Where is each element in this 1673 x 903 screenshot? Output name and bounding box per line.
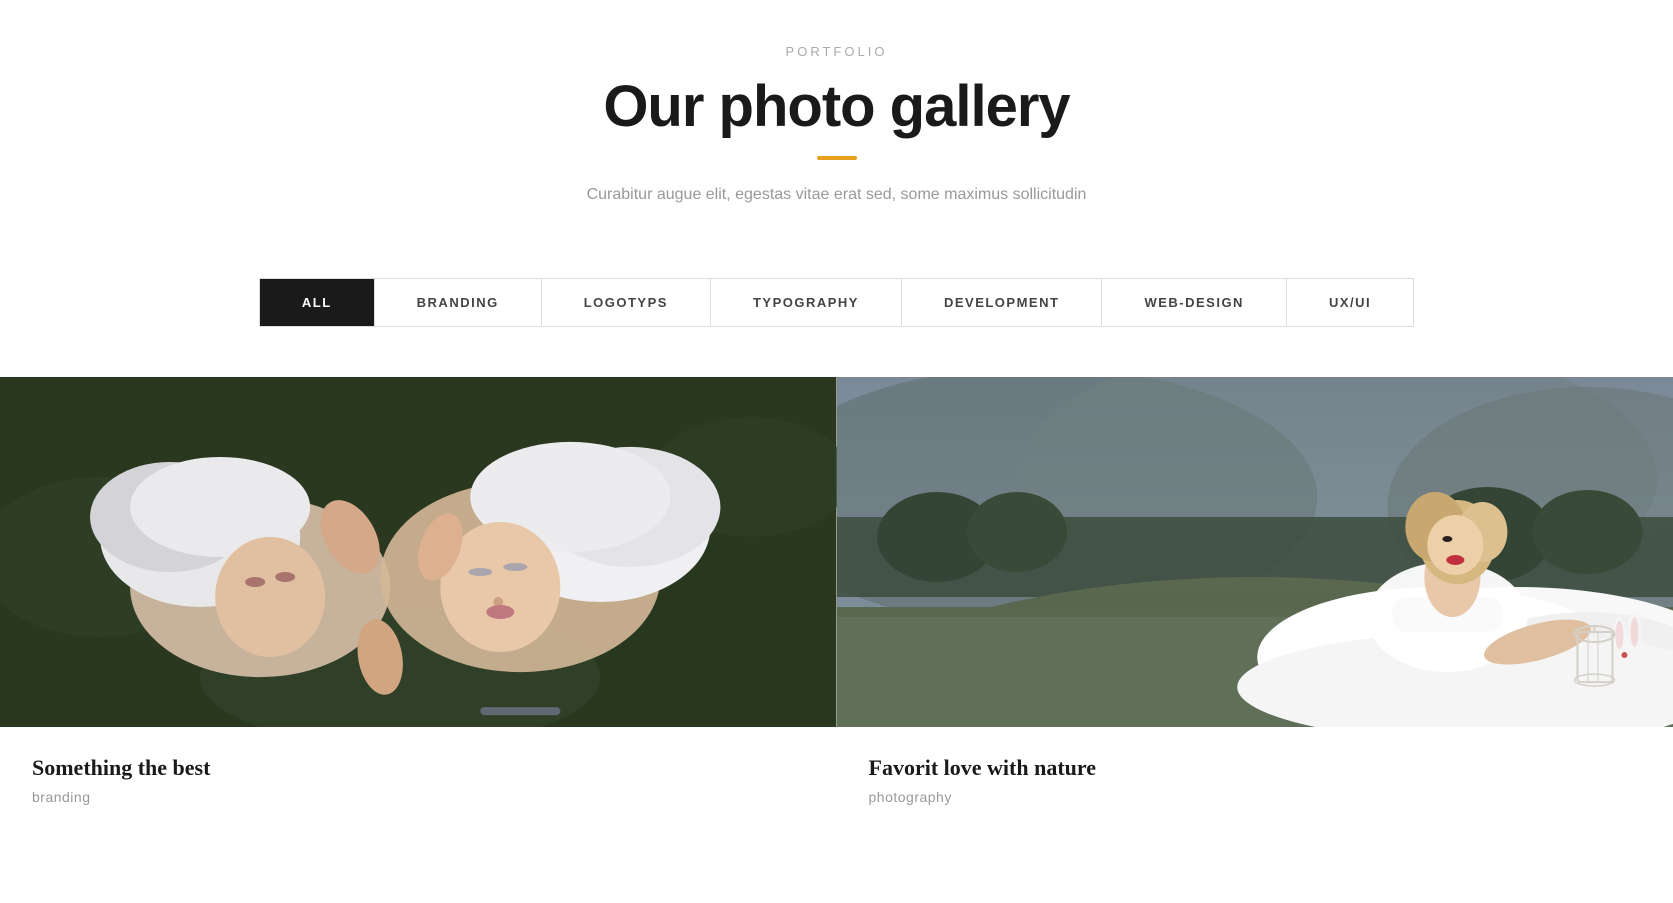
portfolio-label: PORTFOLIO <box>20 44 1653 59</box>
gallery-item-category-1: branding <box>32 789 805 805</box>
filter-bar: ALL BRANDING LOGOTYPS TYPOGRAPHY DEVELOP… <box>259 278 1414 327</box>
gallery-image-2 <box>837 377 1673 727</box>
subtitle-text: Curabitur augue elit, egestas vitae erat… <box>557 182 1117 208</box>
filter-tab-web-design[interactable]: WEB-DESIGN <box>1102 279 1287 326</box>
filter-tab-typography[interactable]: TYPOGRAPHY <box>711 279 902 326</box>
filter-tab-branding[interactable]: BRANDING <box>375 279 542 326</box>
gallery-item-category-2: photography <box>869 789 1642 805</box>
filter-tab-all[interactable]: ALL <box>260 279 375 326</box>
filter-tab-ux-ui[interactable]: UX/UI <box>1287 279 1413 326</box>
gallery-item-title-2: Favorit love with nature <box>869 755 1642 781</box>
gallery-item-1[interactable]: Something the best branding <box>0 377 837 833</box>
gallery-item-2[interactable]: Favorit love with nature photography <box>837 377 1673 833</box>
filter-tab-logotyps[interactable]: LOGOTYPS <box>542 279 711 326</box>
filter-tab-development[interactable]: DEVELOPMENT <box>902 279 1102 326</box>
gallery-image-1 <box>0 377 837 727</box>
gallery-caption-1: Something the best branding <box>0 727 837 833</box>
header-section: PORTFOLIO Our photo gallery Curabitur au… <box>0 0 1673 238</box>
gallery-item-title-1: Something the best <box>32 755 805 781</box>
accent-divider <box>817 156 857 160</box>
gallery-caption-2: Favorit love with nature photography <box>837 727 1673 833</box>
gallery-title: Our photo gallery <box>20 73 1653 140</box>
gallery-grid: Something the best branding <box>0 377 1673 833</box>
